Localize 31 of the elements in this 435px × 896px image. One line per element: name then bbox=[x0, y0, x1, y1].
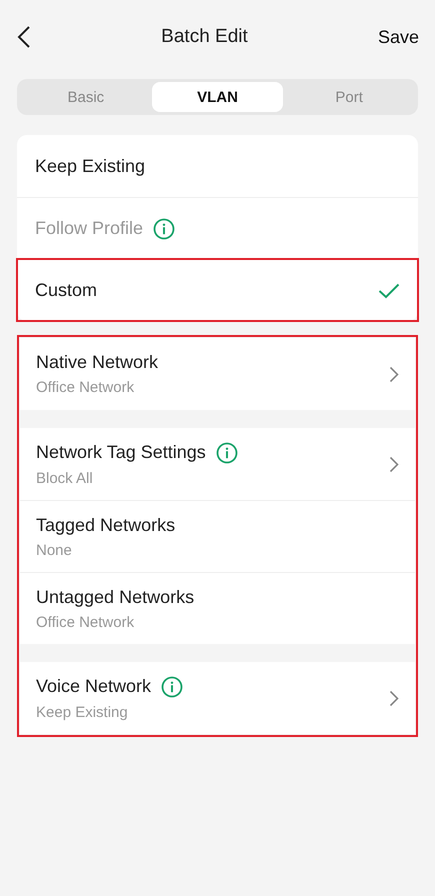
setting-row[interactable]: Voice Network Keep Existing bbox=[20, 662, 415, 734]
back-button[interactable] bbox=[17, 25, 31, 49]
setting-value: Office Network bbox=[36, 379, 136, 396]
setting-label: Tagged Networks bbox=[36, 514, 176, 536]
setting-label: Native Network bbox=[36, 352, 158, 373]
back-icon bbox=[17, 25, 31, 49]
setting-row[interactable]: Native Network Office Network bbox=[20, 338, 415, 410]
info-icon[interactable] bbox=[161, 676, 184, 698]
setting-value: None bbox=[36, 542, 73, 558]
setting-label: Voice Network bbox=[36, 676, 152, 697]
setting-label: Network Tag Settings bbox=[36, 442, 206, 463]
chevron-icon bbox=[389, 456, 399, 472]
info-icon[interactable] bbox=[216, 442, 238, 464]
save-button[interactable]: Save bbox=[378, 26, 419, 48]
tab[interactable]: VLAN bbox=[152, 82, 284, 112]
setting-value: Keep Existing bbox=[36, 704, 129, 720]
option-label: Custom bbox=[35, 280, 98, 301]
setting-row[interactable]: Untagged Networks Office Network bbox=[20, 572, 415, 644]
setting-label: Untagged Networks bbox=[36, 586, 194, 608]
option-label: Keep Existing bbox=[35, 156, 146, 176]
page-title: Batch Edit bbox=[161, 26, 248, 48]
chevron-icon bbox=[389, 366, 399, 382]
setting-value: Block All bbox=[36, 470, 94, 486]
setting-row[interactable]: Network Tag Settings Block All bbox=[20, 428, 415, 500]
mode-option[interactable]: Keep Existing bbox=[17, 135, 418, 197]
check-icon bbox=[378, 282, 400, 298]
setting-row[interactable]: Tagged Networks None bbox=[20, 500, 415, 572]
chevron-icon bbox=[389, 690, 399, 706]
setting-value: Office Network bbox=[36, 614, 136, 630]
option-label: Follow Profile bbox=[35, 218, 144, 239]
mode-option[interactable]: Custom bbox=[17, 259, 418, 321]
